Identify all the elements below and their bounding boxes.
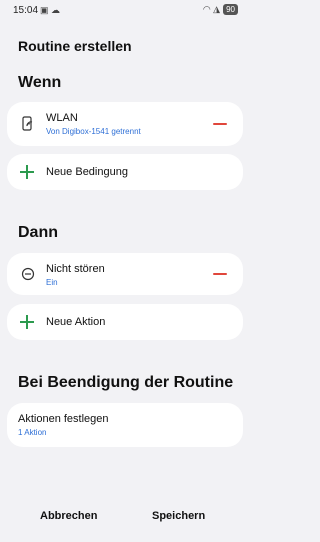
action-card-dnd[interactable]: Nicht stören Ein: [7, 253, 243, 295]
remove-action-icon[interactable]: [213, 273, 227, 275]
status-bar: 15:04 ▣ ☁ ◠ ◮ 90: [0, 0, 250, 22]
page-title: Routine erstellen: [18, 38, 132, 54]
do-not-disturb-icon: [21, 267, 35, 286]
action-title: Nicht stören: [46, 263, 105, 275]
end-actions-title: Aktionen festlegen: [18, 413, 109, 425]
condition-subtitle: Von Digibox-1541 getrennt: [46, 127, 141, 136]
phone-wifi-icon: [21, 116, 35, 137]
end-actions-card[interactable]: Aktionen festlegen 1 Aktion: [7, 403, 243, 447]
wifi-signal-icon: ◠ ◮: [202, 4, 221, 14]
section-title-dann: Dann: [18, 224, 58, 241]
status-right: ◠ ◮ 90: [203, 4, 238, 15]
status-time: 15:04: [13, 5, 39, 16]
plus-icon: [20, 315, 34, 329]
remove-condition-icon[interactable]: [213, 123, 227, 125]
end-actions-subtitle: 1 Aktion: [18, 428, 47, 437]
plus-icon: [20, 165, 34, 179]
battery-icon: 90: [223, 4, 238, 15]
notification-icons: ▣ ☁: [40, 5, 61, 15]
section-title-wenn: Wenn: [18, 74, 62, 91]
cancel-button[interactable]: Abbrechen: [40, 510, 97, 522]
add-condition-button[interactable]: Neue Bedingung: [7, 154, 243, 190]
section-title-end: Bei Beendigung der Routine: [18, 374, 234, 391]
add-condition-label: Neue Bedingung: [46, 166, 128, 178]
add-action-button[interactable]: Neue Aktion: [7, 304, 243, 340]
condition-title: WLAN: [46, 112, 78, 124]
action-subtitle: Ein: [46, 278, 58, 287]
add-action-label: Neue Aktion: [46, 316, 106, 328]
condition-card-wlan[interactable]: WLAN Von Digibox-1541 getrennt: [7, 102, 243, 146]
save-button[interactable]: Speichern: [152, 510, 205, 522]
